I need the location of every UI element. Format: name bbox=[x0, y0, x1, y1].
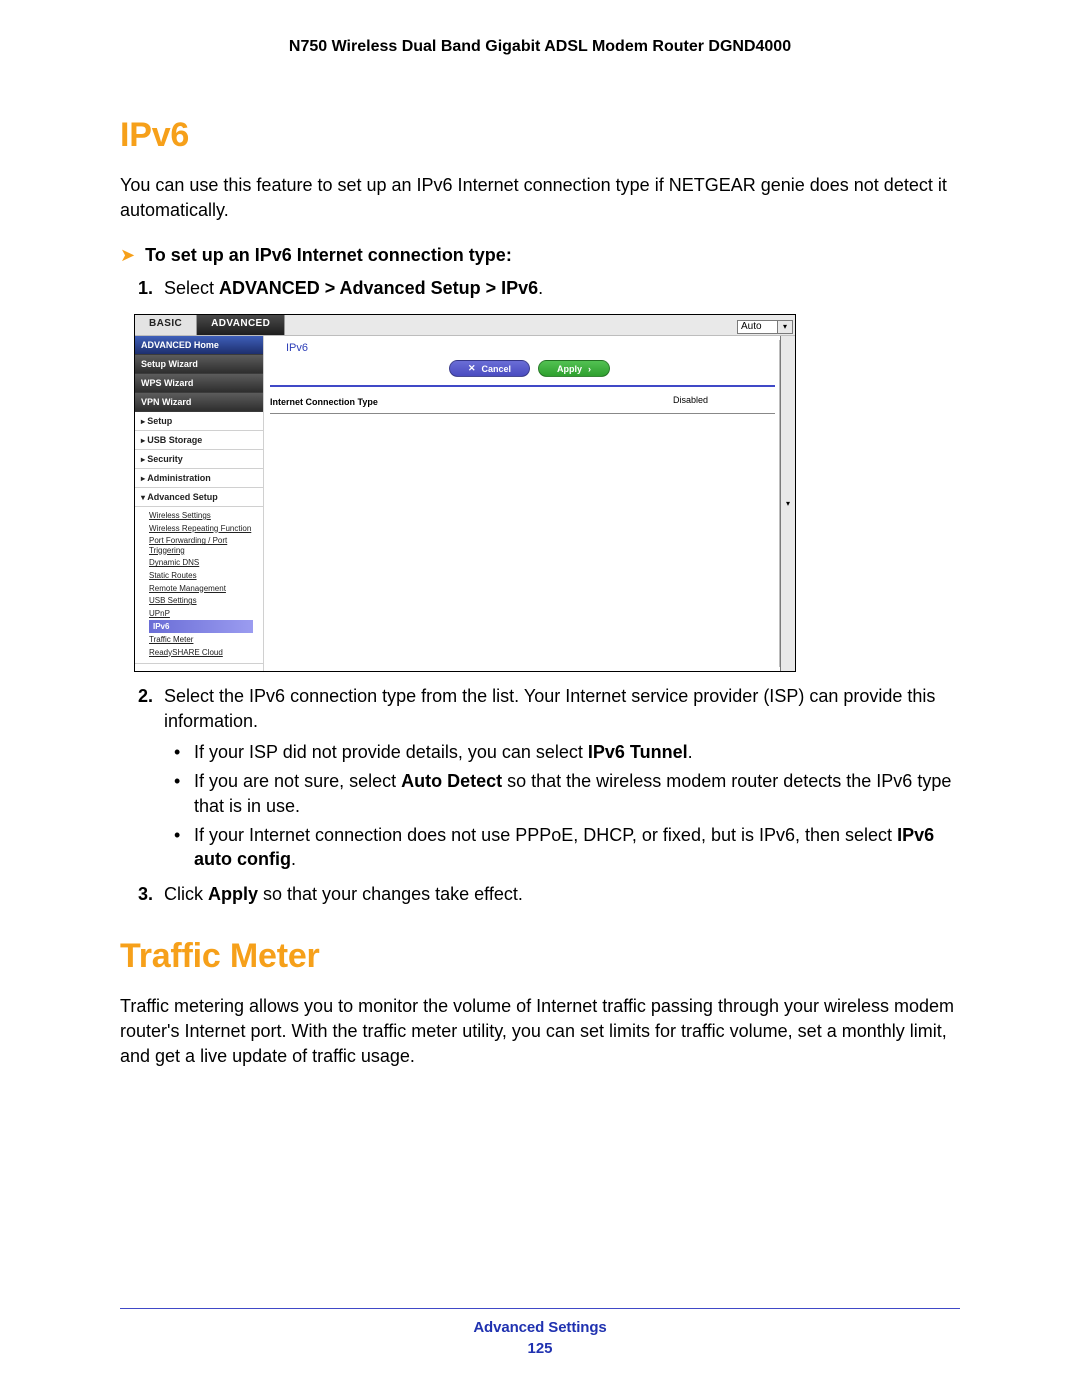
bullet-1: If your ISP did not provide details, you… bbox=[194, 740, 960, 765]
nav-setup-wizard[interactable]: Setup Wizard bbox=[135, 355, 263, 374]
tab-advanced[interactable]: ADVANCED bbox=[197, 315, 285, 335]
nav-group-advanced-setup[interactable]: Advanced Setup bbox=[135, 488, 263, 507]
nav-sub-wireless-settings[interactable]: Wireless Settings bbox=[149, 509, 263, 522]
nav-group-setup[interactable]: Setup bbox=[135, 412, 263, 431]
nav-sub-remote-management[interactable]: Remote Management bbox=[149, 582, 263, 595]
section-title-ipv6: IPv6 bbox=[120, 116, 960, 155]
nav-wps-wizard[interactable]: WPS Wizard bbox=[135, 374, 263, 393]
nav-group-security[interactable]: Security bbox=[135, 450, 263, 469]
doc-header: N750 Wireless Dual Band Gigabit ADSL Mod… bbox=[0, 38, 1080, 56]
figure-main: ▴ ▾ IPv6 ✕ Cancel Apply › bbox=[264, 336, 795, 671]
bullet-3: If your Internet connection does not use… bbox=[194, 823, 960, 873]
panel-title: IPv6 bbox=[286, 342, 789, 354]
nav-sub-port-forwarding[interactable]: Port Forwarding / Port Triggering bbox=[149, 535, 263, 557]
step-1: 1. Select ADVANCED > Advanced Setup > IP… bbox=[164, 276, 960, 301]
page-footer: Advanced Settings 125 bbox=[120, 1308, 960, 1357]
chevron-down-icon: ▾ bbox=[780, 336, 795, 671]
chevron-right-icon: ➤ bbox=[120, 245, 135, 266]
nav-sub-ipv6[interactable]: IPv6 bbox=[149, 620, 253, 634]
language-select[interactable]: Auto ▾ bbox=[737, 320, 793, 334]
connection-type-select[interactable]: Disabled ▾ bbox=[673, 395, 759, 409]
chevron-down-icon: ▾ bbox=[777, 321, 792, 333]
sidebar-nav: ADVANCED Home Setup Wizard WPS Wizard VP… bbox=[135, 336, 264, 671]
nav-advanced-setup-subitems: Wireless Settings Wireless Repeating Fun… bbox=[135, 507, 263, 663]
step-2: 2. Select the IPv6 connection type from … bbox=[164, 684, 960, 872]
connection-type-row: Internet Connection Type Disabled ▾ bbox=[270, 393, 775, 414]
nav-vpn-wizard[interactable]: VPN Wizard bbox=[135, 393, 263, 412]
figure-tabs: BASIC ADVANCED Auto ▾ bbox=[135, 315, 795, 336]
ipv6-intro: You can use this feature to set up an IP… bbox=[120, 173, 960, 223]
nav-group-usb-storage[interactable]: USB Storage bbox=[135, 431, 263, 450]
nav-sub-wireless-repeating[interactable]: Wireless Repeating Function bbox=[149, 522, 263, 535]
traffic-meter-intro: Traffic metering allows you to monitor t… bbox=[120, 994, 960, 1068]
nav-sub-dynamic-dns[interactable]: Dynamic DNS bbox=[149, 557, 263, 570]
nav-advanced-home[interactable]: ADVANCED Home bbox=[135, 336, 263, 355]
nav-sub-static-routes[interactable]: Static Routes bbox=[149, 569, 263, 582]
procedure-heading-text: To set up an IPv6 Internet connection ty… bbox=[145, 245, 512, 266]
tab-basic[interactable]: BASIC bbox=[135, 315, 197, 335]
divider bbox=[270, 385, 775, 387]
bullet-2: If you are not sure, select Auto Detect … bbox=[194, 769, 960, 819]
chevron-right-icon: › bbox=[588, 364, 591, 374]
footer-chapter: Advanced Settings bbox=[120, 1319, 960, 1336]
close-icon: ✕ bbox=[468, 363, 476, 374]
cancel-button[interactable]: ✕ Cancel bbox=[449, 360, 530, 377]
nav-sub-usb-settings[interactable]: USB Settings bbox=[149, 595, 263, 608]
footer-divider bbox=[120, 1308, 960, 1309]
step-3: 3. Click Apply so that your changes take… bbox=[164, 882, 960, 907]
nav-sub-readyshare-cloud[interactable]: ReadySHARE Cloud bbox=[149, 646, 263, 659]
nav-sub-upnp[interactable]: UPnP bbox=[149, 607, 263, 620]
footer-page-number: 125 bbox=[120, 1340, 960, 1357]
nav-sub-traffic-meter[interactable]: Traffic Meter bbox=[149, 633, 263, 646]
apply-button[interactable]: Apply › bbox=[538, 360, 610, 377]
procedure-heading: ➤ To set up an IPv6 Internet connection … bbox=[120, 245, 960, 266]
connection-type-label: Internet Connection Type bbox=[270, 397, 378, 407]
nav-group-administration[interactable]: Administration bbox=[135, 469, 263, 488]
section-title-traffic-meter: Traffic Meter bbox=[120, 937, 960, 976]
router-admin-figure: BASIC ADVANCED Auto ▾ ADVANCED Home Setu… bbox=[134, 314, 796, 672]
